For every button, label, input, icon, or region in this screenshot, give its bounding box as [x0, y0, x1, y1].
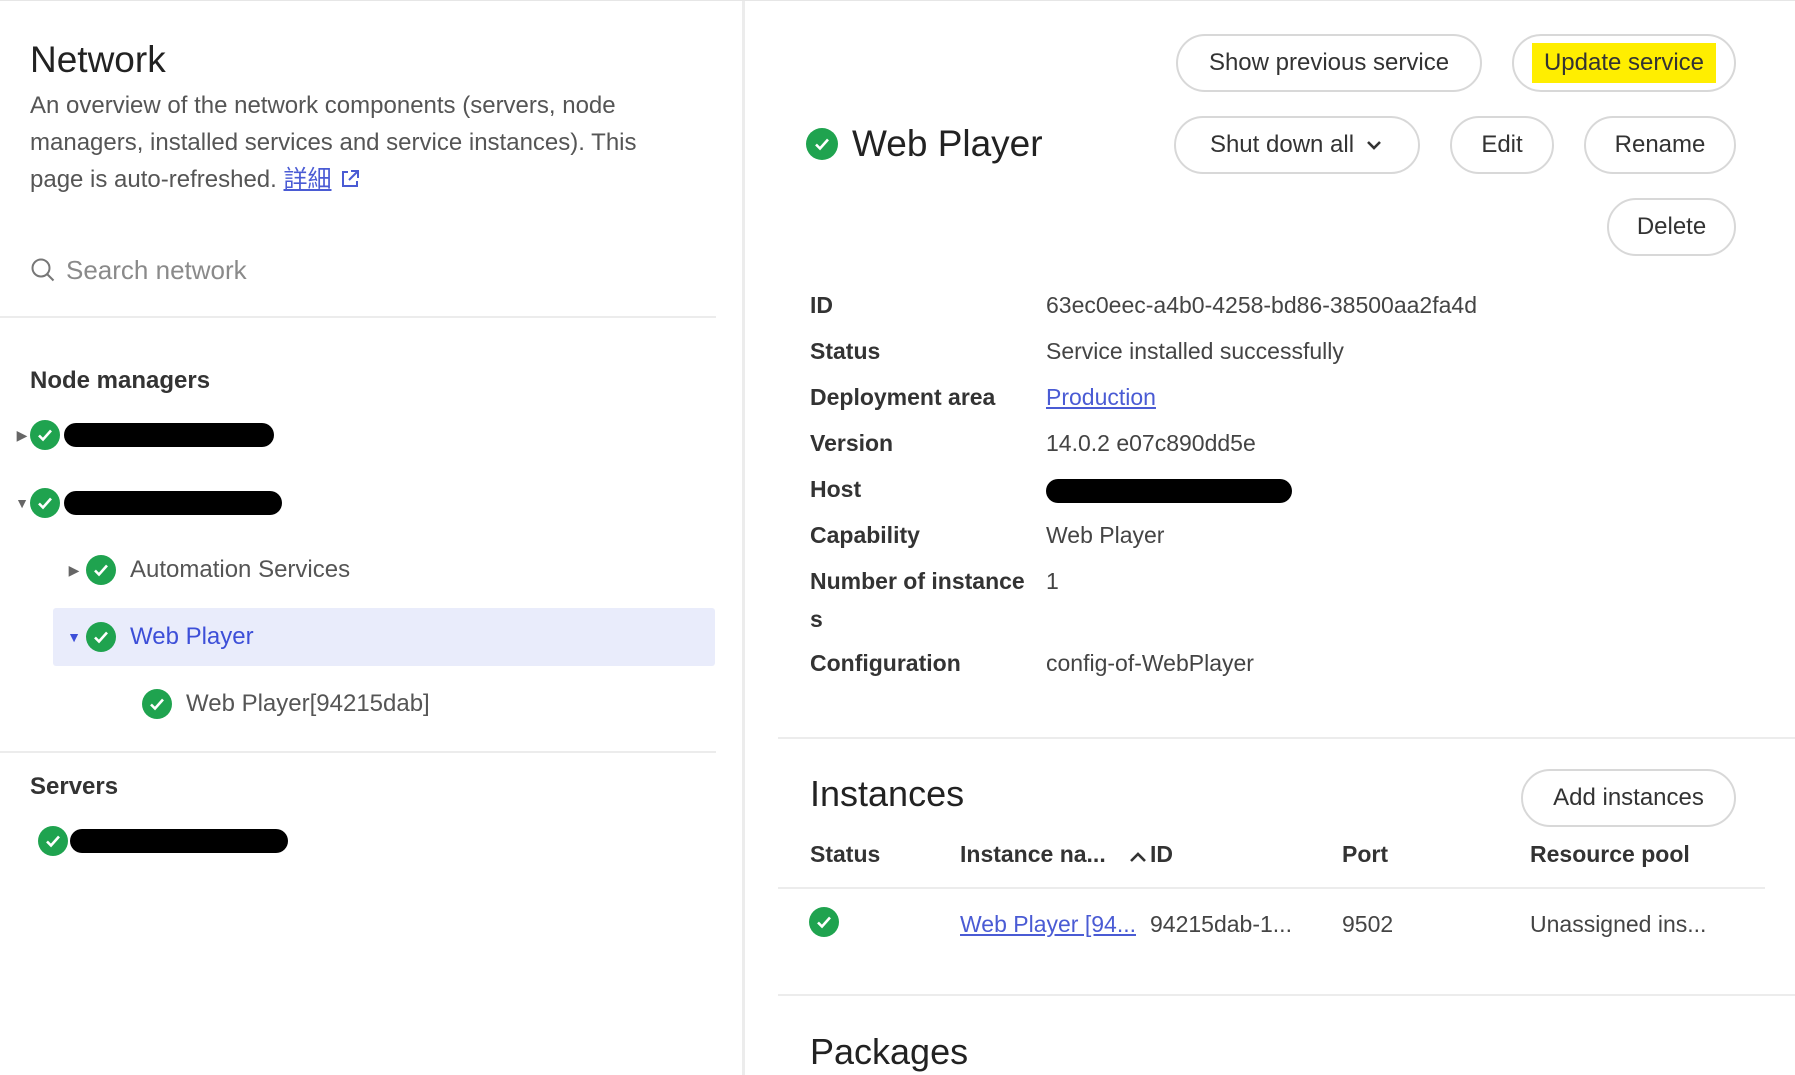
service-title: Web Player [852, 123, 1043, 164]
button-label: Delete [1636, 213, 1707, 240]
tree-item-label: Web Player [130, 623, 254, 650]
sort-ascending-icon[interactable] [1128, 849, 1148, 865]
redacted-name [64, 491, 282, 515]
tree-node-manager-2[interactable]: ▼ [14, 475, 282, 531]
packages-heading: Packages [810, 1031, 969, 1072]
property-value: Service installed successfully [1046, 338, 1344, 364]
column-port[interactable]: Port [1342, 841, 1388, 868]
add-instances-button[interactable]: Add instances [1521, 769, 1736, 827]
network-sidebar: Network An overview of the network compo… [0, 1, 745, 1075]
tree-item-label: Web Player[94215dab] [186, 690, 430, 717]
button-label: Edit [1481, 131, 1523, 158]
divider [778, 994, 1795, 996]
tree-server-1[interactable] [38, 813, 288, 869]
instances-heading: Instances [810, 773, 965, 814]
property-value: 14.0.2 e07c890dd5e [1046, 430, 1256, 456]
redacted-host [1046, 478, 1292, 503]
instance-resource-pool: Unassigned ins... [1530, 911, 1707, 937]
property-value: 63ec0eec-a4b0-4258-bd86-38500aa2fa4d [1046, 292, 1477, 318]
redacted-name [70, 829, 288, 853]
caret-right-icon[interactable]: ▶ [66, 562, 82, 578]
deployment-area-link[interactable]: Production [1046, 384, 1156, 410]
show-previous-service-button[interactable]: Show previous service [1176, 34, 1482, 92]
chevron-down-icon [1367, 141, 1381, 150]
check-circle-icon [86, 555, 116, 585]
divider [778, 737, 1795, 739]
button-label: Rename [1614, 131, 1706, 158]
column-resource-pool[interactable]: Resource pool [1530, 841, 1690, 868]
divider [0, 751, 716, 753]
caret-right-icon[interactable]: ▶ [14, 427, 30, 443]
caret-down-icon[interactable]: ▼ [66, 629, 82, 645]
column-status[interactable]: Status [810, 841, 880, 868]
external-link-icon[interactable] [340, 169, 360, 189]
check-circle-icon [38, 826, 68, 856]
divider [0, 316, 716, 318]
details-link[interactable]: 詳細 [284, 166, 332, 193]
check-circle-icon [806, 128, 838, 160]
check-circle-icon [30, 488, 60, 518]
service-title-row: Web Player [806, 123, 1043, 165]
check-circle-icon [86, 622, 116, 652]
property-key: Status [810, 338, 881, 364]
search-box [30, 248, 710, 292]
service-detail-panel: Show previous service Update service Web… [748, 1, 1795, 1075]
tree-node-manager-1[interactable]: ▶ [14, 407, 274, 463]
tree-item-web-player-instance[interactable]: Web Player[94215dab] [142, 676, 430, 732]
page-description: An overview of the network components (s… [30, 87, 670, 198]
description-text: An overview of the network components (s… [30, 92, 637, 193]
check-circle-icon [809, 907, 839, 937]
edit-button[interactable]: Edit [1450, 116, 1554, 174]
button-label: Add instances [1553, 784, 1704, 811]
property-value: config-of-WebPlayer [1046, 650, 1254, 676]
caret-down-icon[interactable]: ▼ [14, 495, 30, 511]
table-row[interactable]: Web Player [94... 94215dab-1... 9502 Una… [778, 891, 1765, 953]
instance-port: 9502 [1342, 911, 1394, 937]
page-title: Network [30, 39, 166, 80]
property-key: Deployment area [810, 384, 996, 410]
servers-heading: Servers [30, 773, 119, 800]
property-key-text: Number of instance [810, 568, 1025, 594]
property-key: Capability [810, 522, 920, 548]
property-value: Web Player [1046, 522, 1165, 548]
column-instance-name[interactable]: Instance na... [960, 841, 1106, 868]
property-key: ID [810, 292, 833, 318]
shut-down-all-button[interactable]: Shut down all [1174, 116, 1420, 174]
check-circle-icon [142, 689, 172, 719]
button-label: Shut down all [1209, 131, 1355, 158]
delete-button[interactable]: Delete [1607, 198, 1736, 256]
tree-item-automation-services[interactable]: ▶ Automation Services [66, 542, 350, 598]
property-key-wrap: s [810, 606, 823, 632]
column-id[interactable]: ID [1150, 841, 1173, 868]
instance-name-link[interactable]: Web Player [94... [960, 911, 1136, 937]
property-key: Number of instance s [810, 562, 1040, 638]
property-value: 1 [1046, 568, 1059, 594]
property-key: Version [810, 430, 894, 456]
search-input[interactable] [66, 254, 666, 286]
tree-item-label: Automation Services [130, 556, 351, 583]
button-label: Show previous service [1208, 49, 1450, 76]
button-label: Update service [1531, 43, 1717, 83]
update-service-button[interactable]: Update service [1512, 34, 1736, 92]
search-icon [31, 258, 55, 282]
redacted-name [64, 423, 274, 447]
instance-id: 94215dab-1... [1150, 911, 1292, 937]
node-managers-heading: Node managers [30, 367, 211, 394]
property-key: Configuration [810, 650, 961, 676]
tree-item-web-player[interactable]: ▼ Web Player [66, 609, 254, 665]
property-key: Host [810, 476, 862, 502]
rename-button[interactable]: Rename [1584, 116, 1736, 174]
table-header: Status Instance na... ID Port Resource p… [778, 831, 1765, 889]
network-page: Network An overview of the network compo… [0, 0, 1795, 1075]
check-circle-icon [30, 420, 60, 450]
